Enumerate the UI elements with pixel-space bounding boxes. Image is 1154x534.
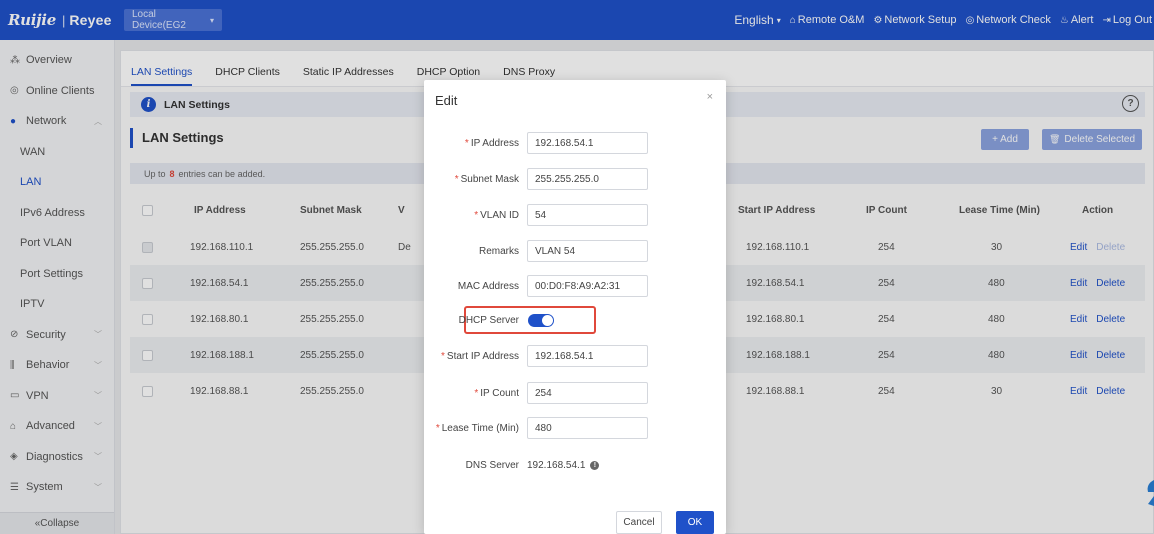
remarks-input[interactable] xyxy=(527,240,648,262)
vlan-id-input[interactable] xyxy=(527,204,648,226)
ip-address-row: * IP Address xyxy=(424,132,726,154)
ip-count-input[interactable] xyxy=(527,382,648,404)
ok-button[interactable]: OK xyxy=(676,511,714,534)
mac-address-input[interactable] xyxy=(527,275,648,297)
vlan-id-label: * VLAN ID xyxy=(474,209,519,221)
dns-server-value: 192.168.54.1 xyxy=(527,459,586,471)
vlan-id-row: * VLAN ID xyxy=(424,204,726,226)
start-ip-input[interactable] xyxy=(527,345,648,367)
dns-server-row: DNS Server 192.168.54.1 ! xyxy=(424,454,726,476)
dhcp-server-row: DHCP Server xyxy=(424,309,726,331)
lease-time-row: * Lease Time (Min) xyxy=(424,417,726,439)
lease-time-label: * Lease Time (Min) xyxy=(435,422,519,434)
dialog-title: Edit xyxy=(435,93,458,108)
remarks-label: Remarks xyxy=(478,245,519,257)
mac-address-row: MAC Address xyxy=(424,275,726,297)
ip-count-label: * IP Count xyxy=(474,387,519,399)
dns-server-value-wrap: 192.168.54.1 ! xyxy=(527,459,600,471)
dhcp-server-toggle[interactable] xyxy=(528,313,554,327)
dhcp-server-label: DHCP Server xyxy=(458,314,519,326)
dns-server-label: DNS Server xyxy=(465,459,519,471)
start-ip-label: * Start IP Address xyxy=(441,350,519,362)
ip-address-input[interactable] xyxy=(527,132,648,154)
info-icon[interactable]: ! xyxy=(590,460,600,470)
close-icon[interactable]: × xyxy=(707,91,713,103)
edit-dialog: Edit × *IP Address *Subnet Mask *VLAN ID… xyxy=(424,80,726,534)
mac-address-label: MAC Address xyxy=(457,280,519,292)
subnet-mask-input[interactable] xyxy=(527,168,648,190)
lease-time-input[interactable] xyxy=(527,417,648,439)
ip-address-label: * IP Address xyxy=(464,137,519,149)
start-ip-row: * Start IP Address xyxy=(424,345,726,367)
remarks-row: Remarks xyxy=(424,240,726,262)
subnet-mask-label: * Subnet Mask xyxy=(454,173,519,185)
cancel-button[interactable]: Cancel xyxy=(616,511,662,534)
ip-count-row: * IP Count xyxy=(424,382,726,404)
subnet-mask-row: * Subnet Mask xyxy=(424,168,726,190)
